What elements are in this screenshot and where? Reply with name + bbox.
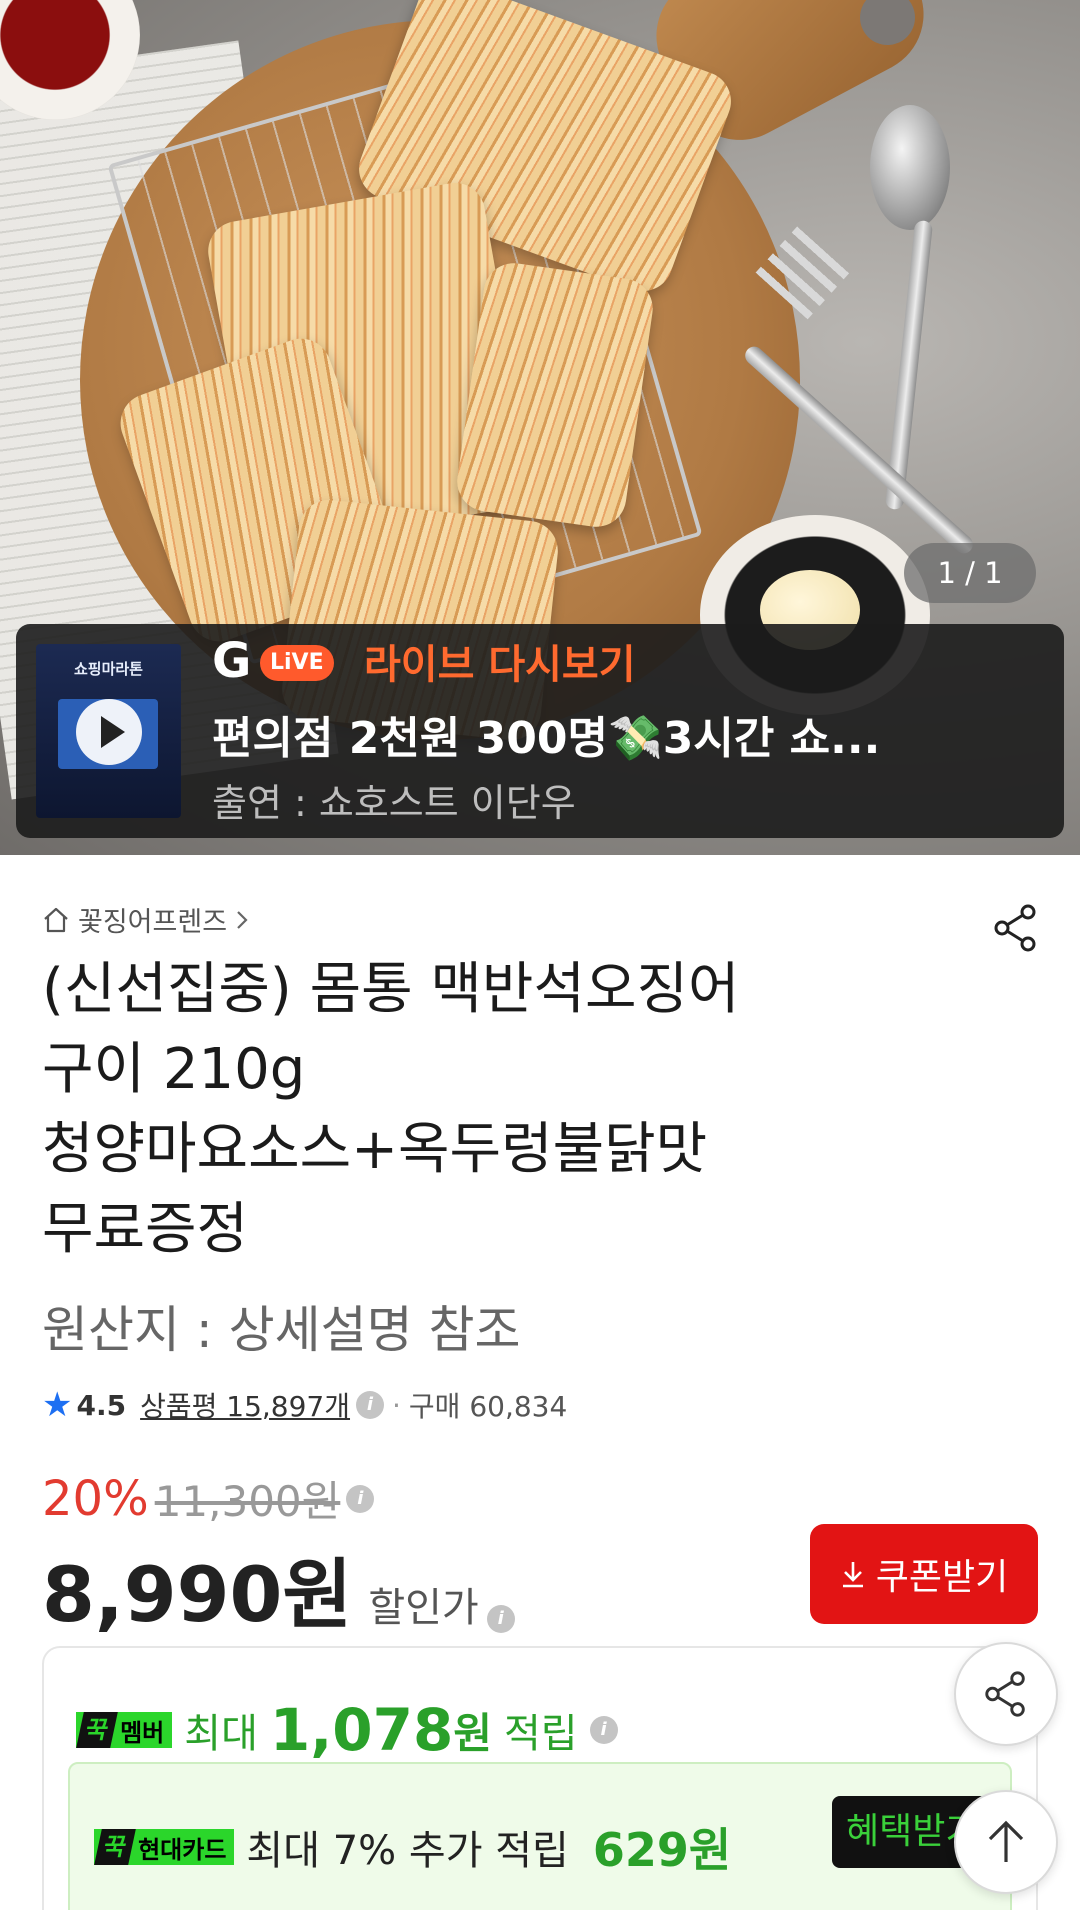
info-icon[interactable]: i: [346, 1484, 375, 1513]
live-thumbnail[interactable]: 쇼핑마라톤: [36, 644, 181, 818]
spoon: [870, 105, 950, 230]
discount-row: 20% 11,300원 i: [42, 1468, 375, 1529]
member-reward-row: 꾹 멤버 최대 1,078 원 적립 i: [76, 1696, 618, 1764]
breadcrumb[interactable]: 꽃징어프렌즈: [42, 900, 249, 939]
card-benefit-amount: 629원: [592, 1823, 732, 1877]
scroll-to-top-button[interactable]: [954, 1790, 1058, 1894]
member-badge: 꾹 멤버: [76, 1712, 173, 1748]
live-header: G LiVE 라이브 다시보기: [212, 630, 636, 692]
share-icon: [985, 1671, 1025, 1717]
chevron-right-icon: [237, 910, 248, 929]
download-icon: [842, 1562, 863, 1588]
card-benefit-text: 최대 7% 추가 적립: [246, 1828, 569, 1874]
image-counter: 1 / 1: [904, 543, 1036, 603]
member-reward-amount: 1,078: [269, 1696, 454, 1764]
rating-score: 4.5: [76, 1388, 127, 1422]
arrow-up-icon: [988, 1820, 1024, 1862]
home-icon: [44, 907, 68, 932]
price-row: 8,990원 할인가 i: [42, 1533, 515, 1643]
info-icon[interactable]: i: [589, 1716, 618, 1744]
thumbnail-title: 쇼핑마라톤: [73, 660, 143, 678]
product-image-hero[interactable]: 1 / 1 쇼핑마라톤 G LiVE 라이브 다시보기 편의점 2천원 300명…: [0, 0, 1080, 855]
coupon-download-button[interactable]: 쿠폰받기: [810, 1524, 1038, 1624]
share-icon[interactable]: [990, 902, 1042, 954]
info-icon[interactable]: i: [356, 1391, 385, 1419]
price-label: 할인가: [368, 1585, 479, 1631]
floating-share-button[interactable]: [954, 1642, 1058, 1746]
card-benefit-box: 꾹 현대카드 최대 7% 추가 적립 629원 혜택받기: [68, 1762, 1012, 1910]
star-icon: ★: [42, 1385, 73, 1425]
purchase-count: 구매 60,834: [408, 1390, 568, 1423]
sale-price: 8,990원: [42, 1550, 353, 1639]
original-price: 11,300원: [154, 1477, 341, 1526]
live-replay-tag: 라이브 다시보기: [364, 642, 636, 688]
benefit-card: 꾹 멤버 최대 1,078 원 적립 i 꾹 현대카드 최대 7% 추가 적립 …: [42, 1646, 1038, 1910]
product-title: (신선집중) 몸통 맥반석오징어 구이 210g 청양마요소스+옥두렁불닭맛 무…: [42, 957, 740, 1262]
live-replay-banner[interactable]: 쇼핑마라톤 G LiVE 라이브 다시보기 편의점 2천원 300명💸3시간 쇼…: [16, 624, 1064, 838]
info-icon[interactable]: i: [486, 1605, 515, 1633]
rating-row: ★ 4.5 상품평 15,897개 i · 구매 60,834: [42, 1385, 568, 1425]
origin-info: 원산지 : 상세설명 참조: [42, 1301, 521, 1359]
review-count-link[interactable]: 상품평 15,897개: [140, 1385, 350, 1425]
play-icon[interactable]: [76, 699, 142, 765]
live-cast: 출연 : 쇼호스트 이단우: [212, 781, 576, 825]
glive-logo: G LiVE: [212, 636, 352, 686]
store-name: 꽃징어프렌즈: [78, 907, 228, 938]
discount-rate: 20%: [42, 1470, 149, 1527]
live-badge: LiVE: [260, 645, 334, 681]
squid-piece: [453, 259, 657, 531]
live-title[interactable]: 편의점 2천원 300명💸3시간 쇼...: [212, 702, 1012, 766]
card-badge: 꾹 현대카드: [94, 1829, 235, 1865]
